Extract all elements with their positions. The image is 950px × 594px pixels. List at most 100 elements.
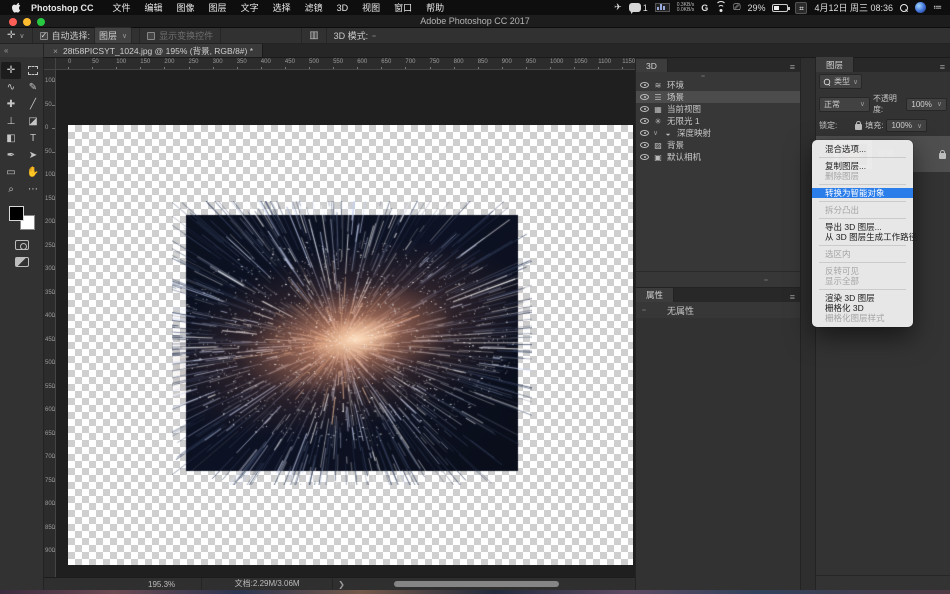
airplay-icon[interactable]: ✈ xyxy=(614,2,622,13)
properties-panel-menu-icon[interactable]: ≡ xyxy=(790,292,795,302)
ruler-origin-corner[interactable] xyxy=(44,58,56,70)
render-settings-icon[interactable] xyxy=(764,279,768,281)
display-icon[interactable]: ⎚ xyxy=(733,2,740,13)
move-tool-icon[interactable]: ✛ xyxy=(7,30,15,42)
clone-stamp-tool[interactable]: ⊥ xyxy=(1,113,21,130)
hand-tool[interactable]: ✋ xyxy=(23,164,43,181)
3d-row-default-camera[interactable]: ▣ 默认相机 xyxy=(636,151,800,163)
menubar-item[interactable]: 选择 xyxy=(273,3,291,13)
layers-panel-menu-icon[interactable]: ≡ xyxy=(940,62,945,72)
vertical-ruler[interactable]: 1005005010015020025030035040045050055060… xyxy=(44,70,56,577)
show-transform-checkbox[interactable] xyxy=(147,32,155,40)
visibility-eye-icon[interactable] xyxy=(640,82,649,88)
opacity-dropdown[interactable]: 100%∨ xyxy=(906,98,947,111)
context-menu-item[interactable] xyxy=(819,184,906,185)
menu-duplicate-layer[interactable]: 复制图层... xyxy=(812,161,913,171)
eraser-tool[interactable]: ◪ xyxy=(23,113,43,130)
horizontal-ruler[interactable]: 0501001502002503003504004505005506006507… xyxy=(56,58,635,70)
active-app-name[interactable]: Photoshop CC xyxy=(31,3,94,13)
menu-blending-options[interactable]: 混合选项... xyxy=(812,144,913,154)
spotlight-icon[interactable] xyxy=(900,4,908,12)
gradient-tool[interactable]: ◧ xyxy=(1,130,21,147)
color-swatches[interactable] xyxy=(9,206,35,230)
zoom-window-button[interactable] xyxy=(37,18,45,26)
quick-mask-button[interactable] xyxy=(15,240,29,250)
menu-rasterize-3d[interactable]: 栅格化 3D xyxy=(812,303,913,313)
tab-3d[interactable]: 3D xyxy=(636,59,668,72)
document-size-info[interactable]: 文档:2.29M/3.06M xyxy=(201,578,333,590)
apple-menu-icon[interactable] xyxy=(12,2,21,13)
menubar-item[interactable]: 窗口 xyxy=(394,3,412,13)
menu-render-3d-layer[interactable]: 渲染 3D 图层 xyxy=(812,293,913,303)
menubar-item[interactable]: 编辑 xyxy=(145,3,163,13)
visibility-eye-icon[interactable] xyxy=(640,94,649,100)
menubar-item[interactable]: 文字 xyxy=(241,3,259,13)
menubar-clock[interactable]: 4月12日 周三 08:36 xyxy=(814,1,893,14)
prop-list-icon[interactable] xyxy=(642,309,646,311)
menu-invert-visible[interactable]: 反转可见 xyxy=(812,266,913,276)
status-arrow-icon[interactable]: ❯ xyxy=(338,580,345,589)
context-menu-item[interactable] xyxy=(819,218,906,219)
3d-row-background[interactable]: ▨ 背景 xyxy=(636,139,800,151)
context-menu-item[interactable] xyxy=(819,262,906,263)
input-method-icon[interactable]: ⌗ xyxy=(795,2,807,14)
menu-work-path-from-3d[interactable]: 从 3D 图层生成工作路径 xyxy=(812,232,913,242)
menu-show-all[interactable]: 显示全部 xyxy=(812,276,913,286)
menubar-item[interactable]: 文件 xyxy=(113,3,131,13)
lock-all-icon[interactable] xyxy=(855,124,862,130)
zoom-level-field[interactable]: 195.3% xyxy=(148,580,175,589)
menubar-item[interactable]: 帮助 xyxy=(426,3,444,13)
filter-scene-icon[interactable] xyxy=(701,75,705,77)
healing-brush-tool[interactable]: ✚ xyxy=(1,96,21,113)
tab-layers[interactable]: 图层 xyxy=(816,57,854,72)
3d-row-environment[interactable]: ≋ 环境 xyxy=(636,79,800,91)
close-window-button[interactable] xyxy=(9,18,17,26)
type-tool[interactable]: T xyxy=(23,130,43,147)
horizontal-scrollbar-thumb[interactable] xyxy=(394,581,559,587)
path-select-tool[interactable]: ➤ xyxy=(23,147,43,164)
3d-row-scene[interactable]: ☰ 场景 xyxy=(636,91,800,103)
context-menu-item[interactable] xyxy=(819,289,906,290)
tab-properties[interactable]: 属性 xyxy=(636,287,674,302)
notification-center-icon[interactable]: ≔ xyxy=(933,2,942,13)
visibility-eye-icon[interactable] xyxy=(640,130,649,136)
3d-row-depth-map[interactable]: ∨ ◒ 深度映射 xyxy=(636,127,800,139)
visibility-eye-icon[interactable] xyxy=(640,106,649,112)
3d-row-infinite-light[interactable]: ✳ 无限光 1 xyxy=(636,115,800,127)
3d-orbit-icon[interactable] xyxy=(372,35,376,37)
visibility-eye-icon[interactable] xyxy=(640,118,649,124)
screen-mode-button[interactable] xyxy=(15,257,29,267)
layer-filter-dropdown[interactable]: 类型∨ xyxy=(819,74,862,89)
menubar-item[interactable]: 滤镜 xyxy=(305,3,323,13)
menu-export-3d-layer[interactable]: 导出 3D 图层... xyxy=(812,222,913,232)
context-menu-item[interactable] xyxy=(819,245,906,246)
minimize-window-button[interactable] xyxy=(23,18,31,26)
battery-icon[interactable] xyxy=(772,4,788,12)
auto-select-dropdown[interactable]: 图层∨ xyxy=(94,27,132,44)
quick-selection-tool[interactable]: ✎ xyxy=(23,79,43,96)
brush-tool[interactable]: ╱ xyxy=(23,96,43,113)
menubar-item[interactable]: 3D xyxy=(337,3,349,13)
menu-rasterize-layer-style[interactable]: 栅格化图层样式 xyxy=(812,313,913,323)
menu-delete-layer[interactable]: 删除图层 xyxy=(812,171,913,181)
menubar-item[interactable]: 图层 xyxy=(209,3,227,13)
pen-tool[interactable]: ✒ xyxy=(1,147,21,164)
move-tool[interactable]: ✛ xyxy=(1,62,21,79)
galaxy-image[interactable] xyxy=(172,201,532,485)
lasso-tool[interactable]: ∿ xyxy=(1,79,21,96)
visibility-eye-icon[interactable] xyxy=(640,142,649,148)
3d-panel-menu-icon[interactable]: ≡ xyxy=(790,62,795,72)
zoom-tool[interactable]: ⌕ xyxy=(1,181,21,198)
auto-select-checkbox[interactable] xyxy=(40,32,48,40)
menu-convert-to-smart-object[interactable]: 转换为智能对象 xyxy=(812,188,913,198)
blend-mode-dropdown[interactable]: 正常∨ xyxy=(819,97,870,112)
menu-within-selection[interactable]: 选区内 xyxy=(812,249,913,259)
menubar-item[interactable]: 视图 xyxy=(362,3,380,13)
visibility-eye-icon[interactable] xyxy=(640,154,649,160)
context-menu-item[interactable] xyxy=(819,201,906,202)
menu-split-extrusion[interactable]: 拆分凸出 xyxy=(812,205,913,215)
document-tab[interactable]: × 28t58PICSYT_1024.jpg @ 195% (背景, RGB/8… xyxy=(44,44,263,57)
3d-row-current-view[interactable]: ▦ 当前视图 xyxy=(636,103,800,115)
siri-icon[interactable] xyxy=(915,2,926,13)
network-speed[interactable]: 0.3KB/s0.0KB/s xyxy=(677,3,695,13)
